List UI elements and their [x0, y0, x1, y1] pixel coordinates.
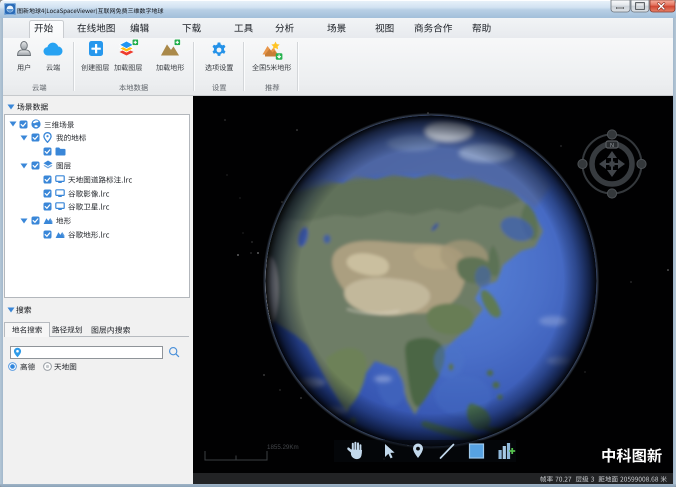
- svg-text:N: N: [610, 143, 614, 149]
- svg-text:1855.29Km: 1855.29Km: [267, 444, 299, 451]
